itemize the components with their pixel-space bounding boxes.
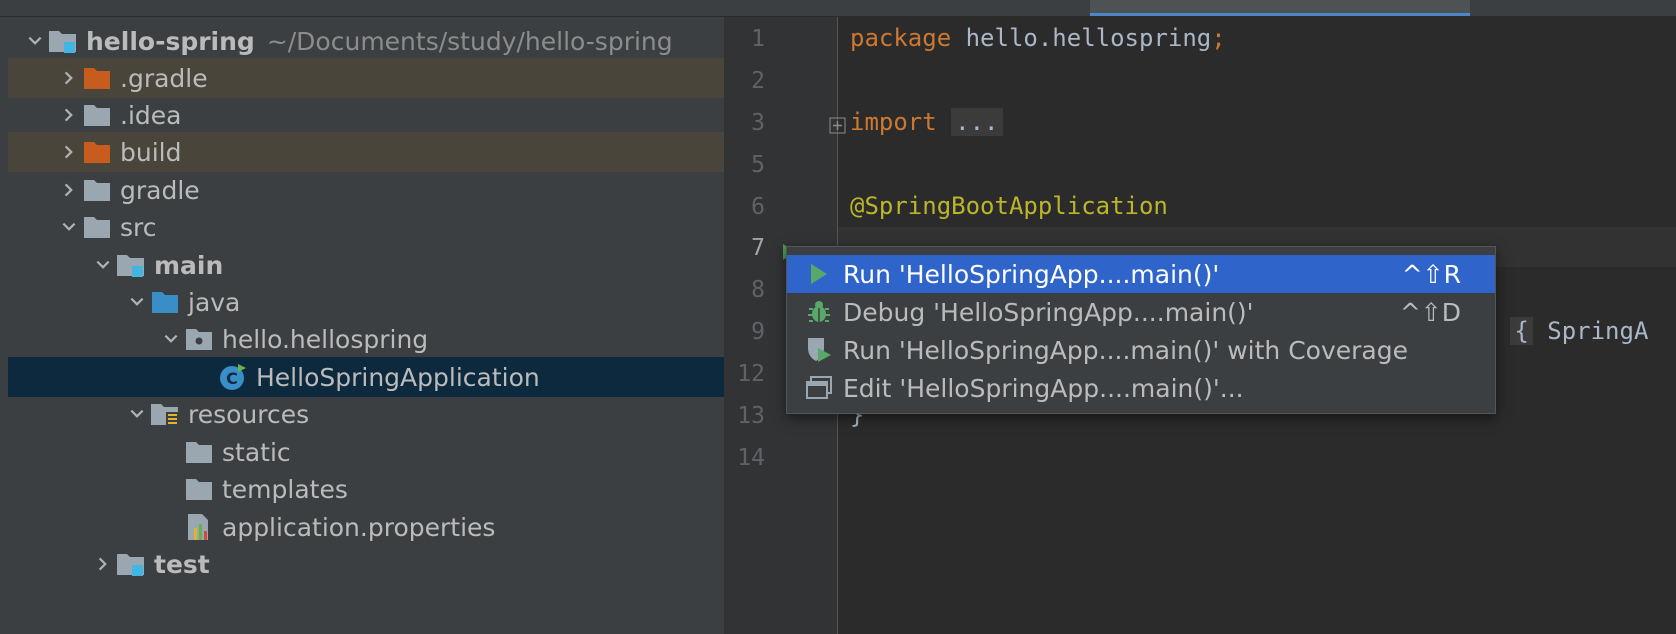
line-number: 7 bbox=[751, 235, 765, 261]
tree-item-src[interactable]: src bbox=[8, 207, 724, 247]
tree-root-label: hello-spring bbox=[86, 26, 255, 56]
tree-item-label: hello.hellospring bbox=[222, 324, 429, 354]
menu-item-debug[interactable]: Debug 'HelloSpringApp....main()' ^⇧D bbox=[787, 293, 1495, 331]
excluded-folder-icon bbox=[82, 132, 112, 172]
menu-item-label: Edit 'HelloSpringApp....main()'... bbox=[843, 373, 1244, 403]
line-number: 9 bbox=[751, 319, 765, 345]
line-number: 1 bbox=[751, 26, 765, 52]
tree-item-main[interactable]: main bbox=[8, 245, 724, 285]
module-folder-icon bbox=[116, 544, 146, 584]
line-number: 6 bbox=[751, 194, 765, 220]
tree-item-idea[interactable]: .idea bbox=[8, 95, 724, 135]
tree-item-resources[interactable]: resources bbox=[8, 394, 724, 434]
chevron-down-icon[interactable] bbox=[124, 394, 150, 434]
chevron-right-icon[interactable] bbox=[56, 95, 82, 135]
code-line-3: import ... bbox=[850, 108, 1003, 136]
top-tab-strip bbox=[0, 0, 1676, 17]
folder-icon bbox=[184, 469, 214, 509]
excluded-folder-icon bbox=[82, 58, 112, 98]
menu-item-edit-configuration[interactable]: Edit 'HelloSpringApp....main()'... bbox=[787, 369, 1495, 407]
tree-item-label: .idea bbox=[120, 100, 182, 130]
line-number: 13 bbox=[737, 403, 765, 429]
tree-item-test[interactable]: test bbox=[8, 544, 724, 584]
tree-item-label: application.properties bbox=[222, 512, 496, 542]
fold-expand-icon[interactable] bbox=[829, 117, 847, 135]
tree-root-path: ~/Documents/study/hello-spring bbox=[266, 26, 673, 56]
keyword-package: package bbox=[850, 24, 952, 52]
line-number: 8 bbox=[751, 277, 765, 303]
line-number: 5 bbox=[751, 152, 765, 178]
tree-item-gradle[interactable]: gradle bbox=[8, 170, 724, 210]
line-number: 2 bbox=[751, 68, 765, 94]
tree-item-application-properties[interactable]: application.properties bbox=[8, 507, 724, 547]
run-icon bbox=[795, 263, 843, 285]
annotation: @SpringBootApplication bbox=[850, 192, 1168, 220]
menu-item-label: Debug 'HelloSpringApp....main()' bbox=[843, 297, 1254, 327]
module-folder-icon bbox=[116, 245, 146, 285]
code-line-6: @SpringBootApplication bbox=[850, 192, 1168, 220]
menu-item-label: Run 'HelloSpringApp....main()' with Cove… bbox=[843, 335, 1408, 365]
properties-file-icon bbox=[184, 507, 214, 547]
line-number: 3 bbox=[751, 110, 765, 136]
menu-item-shortcut: ^⇧D bbox=[1399, 297, 1461, 327]
coverage-icon bbox=[795, 336, 843, 364]
menu-item-run[interactable]: Run 'HelloSpringApp....main()' ^⇧R bbox=[787, 255, 1495, 293]
code-fragment: SpringA bbox=[1532, 317, 1649, 345]
debug-bug-icon bbox=[795, 299, 843, 325]
folder-icon bbox=[82, 95, 112, 135]
package-name: hello.hellospring bbox=[951, 24, 1212, 52]
menu-item-label: Run 'HelloSpringApp....main()' bbox=[843, 259, 1220, 289]
chevron-right-icon[interactable] bbox=[90, 544, 116, 584]
tree-item-hellospringapplication[interactable]: C HelloSpringApplication bbox=[8, 357, 724, 397]
resources-folder-icon bbox=[150, 394, 180, 434]
keyword-import: import bbox=[850, 108, 937, 136]
tree-item-java[interactable]: java bbox=[8, 282, 724, 322]
chevron-down-icon[interactable] bbox=[56, 207, 82, 247]
run-gutter-popup-menu: Run 'HelloSpringApp....main()' ^⇧R Debug… bbox=[786, 246, 1496, 414]
tree-item-label: src bbox=[120, 212, 157, 242]
chevron-down-icon[interactable] bbox=[22, 21, 48, 61]
line-number: 14 bbox=[737, 445, 765, 471]
chevron-right-icon[interactable] bbox=[56, 132, 82, 172]
tree-item-build[interactable]: build bbox=[8, 132, 724, 172]
code-line-1: package hello.hellospring; bbox=[850, 24, 1226, 52]
menu-item-shortcut: ^⇧R bbox=[1401, 259, 1461, 289]
editor-tab-active[interactable] bbox=[1090, 0, 1470, 16]
tree-item-hello-hellospring[interactable]: hello.hellospring bbox=[8, 319, 724, 359]
tree-item-label: main bbox=[154, 250, 224, 280]
tree-item-label: test bbox=[154, 549, 210, 579]
package-icon bbox=[184, 319, 214, 359]
folded-method-body[interactable]: { bbox=[1510, 317, 1533, 345]
semicolon: ; bbox=[1211, 24, 1226, 52]
spring-boot-class-icon: C bbox=[218, 357, 248, 397]
folder-icon bbox=[82, 170, 112, 210]
tree-root-hello-spring[interactable]: hello-spring ~/Documents/study/hello-spr… bbox=[8, 21, 724, 61]
line-number: 12 bbox=[737, 361, 765, 387]
tree-item-label: .gradle bbox=[120, 63, 208, 93]
tree-item-gradle-cache[interactable]: .gradle bbox=[8, 58, 724, 98]
edit-configuration-icon bbox=[795, 375, 843, 401]
folder-icon bbox=[82, 207, 112, 247]
chevron-right-icon[interactable] bbox=[56, 170, 82, 210]
tree-item-label: gradle bbox=[120, 175, 200, 205]
svg-text:C: C bbox=[226, 369, 238, 388]
tree-item-label: templates bbox=[222, 474, 348, 504]
tree-item-label: build bbox=[120, 137, 182, 167]
tree-item-label: java bbox=[188, 287, 241, 317]
chevron-right-icon[interactable] bbox=[56, 58, 82, 98]
tree-item-label: HelloSpringApplication bbox=[256, 362, 540, 392]
tree-item-templates[interactable]: templates bbox=[8, 469, 724, 509]
tree-item-label: static bbox=[222, 437, 291, 467]
chevron-down-icon[interactable] bbox=[90, 245, 116, 285]
module-folder-icon bbox=[48, 21, 78, 61]
folded-imports[interactable]: ... bbox=[951, 108, 1003, 136]
chevron-down-icon[interactable] bbox=[124, 282, 150, 322]
menu-item-run-with-coverage[interactable]: Run 'HelloSpringApp....main()' with Cove… bbox=[787, 331, 1495, 369]
folder-icon bbox=[184, 432, 214, 472]
source-folder-icon bbox=[150, 282, 180, 322]
tree-item-static[interactable]: static bbox=[8, 432, 724, 472]
project-tool-window: hello-spring ~/Documents/study/hello-spr… bbox=[0, 17, 725, 634]
chevron-down-icon[interactable] bbox=[158, 319, 184, 359]
tree-item-label: resources bbox=[188, 399, 310, 429]
